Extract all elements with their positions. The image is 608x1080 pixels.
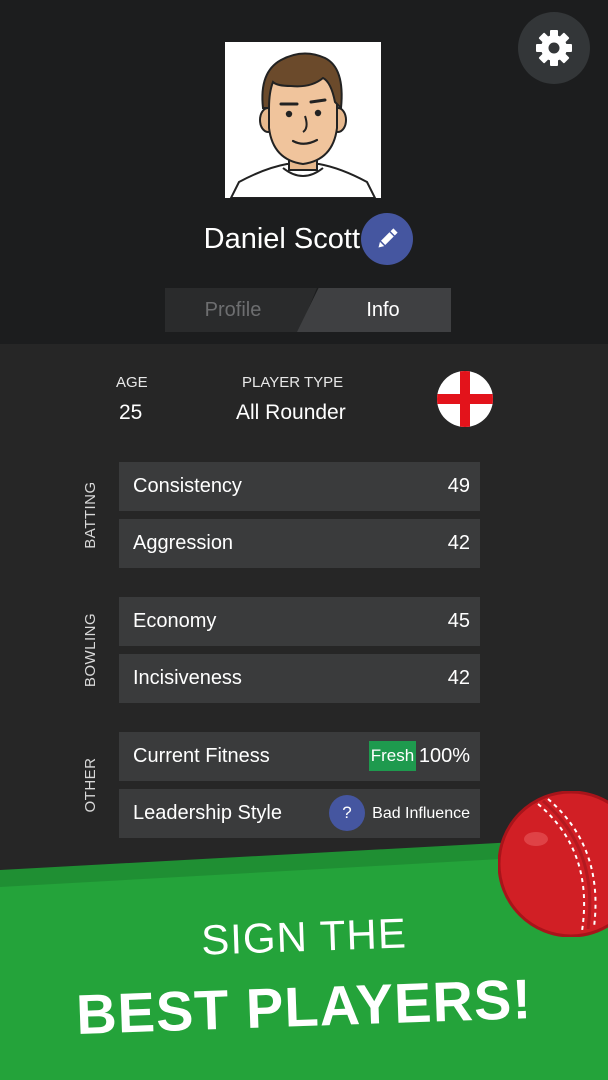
other-label: OTHER: [82, 757, 99, 813]
attribute-value: 42: [447, 667, 470, 689]
player-avatar: [225, 42, 381, 198]
attribute-name: Economy: [133, 610, 217, 632]
attribute-row-leadership[interactable]: Leadership Style ? Bad Influence: [119, 789, 480, 838]
player-type-label: PLAYER TYPE: [242, 374, 344, 391]
attribute-name: Aggression: [133, 532, 234, 554]
attribute-name: Consistency: [133, 475, 242, 497]
batting-label: BATTING: [82, 481, 99, 549]
player-portrait: [229, 52, 377, 198]
attribute-row-fitness[interactable]: Current Fitness Fresh 100%: [119, 732, 480, 781]
leadership-help-button[interactable]: ?: [329, 795, 365, 831]
age-label: AGE: [116, 374, 148, 391]
flag-cross-horizontal: [437, 394, 493, 404]
fitness-status-badge: Fresh: [369, 741, 416, 771]
attribute-row-economy[interactable]: Economy 45: [119, 597, 480, 646]
attribute-value: 42: [447, 532, 470, 554]
age-value: 25: [119, 401, 143, 424]
player-name: Daniel Scott: [203, 223, 360, 255]
profile-tabs: Profile Info: [165, 288, 451, 332]
attribute-name: Incisiveness: [133, 667, 242, 689]
pencil-icon: [378, 228, 398, 248]
bowling-label: BOWLING: [82, 612, 99, 688]
leadership-value: Bad Influence: [372, 805, 470, 822]
attribute-row-incisiveness[interactable]: Incisiveness 42: [119, 654, 480, 703]
edit-name-button[interactable]: [361, 213, 413, 265]
settings-button[interactable]: [518, 12, 590, 84]
player-type-value: All Rounder: [236, 401, 346, 424]
attribute-name: Leadership Style: [133, 802, 282, 824]
attribute-row-consistency[interactable]: Consistency 49: [119, 462, 480, 511]
attribute-value: 49: [447, 475, 470, 497]
fitness-value: 100%: [418, 745, 470, 767]
attribute-name: Current Fitness: [133, 745, 270, 767]
tab-info[interactable]: Info: [297, 288, 451, 332]
england-flag-icon: [437, 371, 493, 427]
cricket-ball-icon: [498, 791, 608, 937]
attribute-row-aggression[interactable]: Aggression 42: [119, 519, 480, 568]
tab-profile[interactable]: Profile: [165, 288, 317, 332]
attribute-value: 45: [447, 610, 470, 632]
gear-icon: [536, 30, 572, 66]
